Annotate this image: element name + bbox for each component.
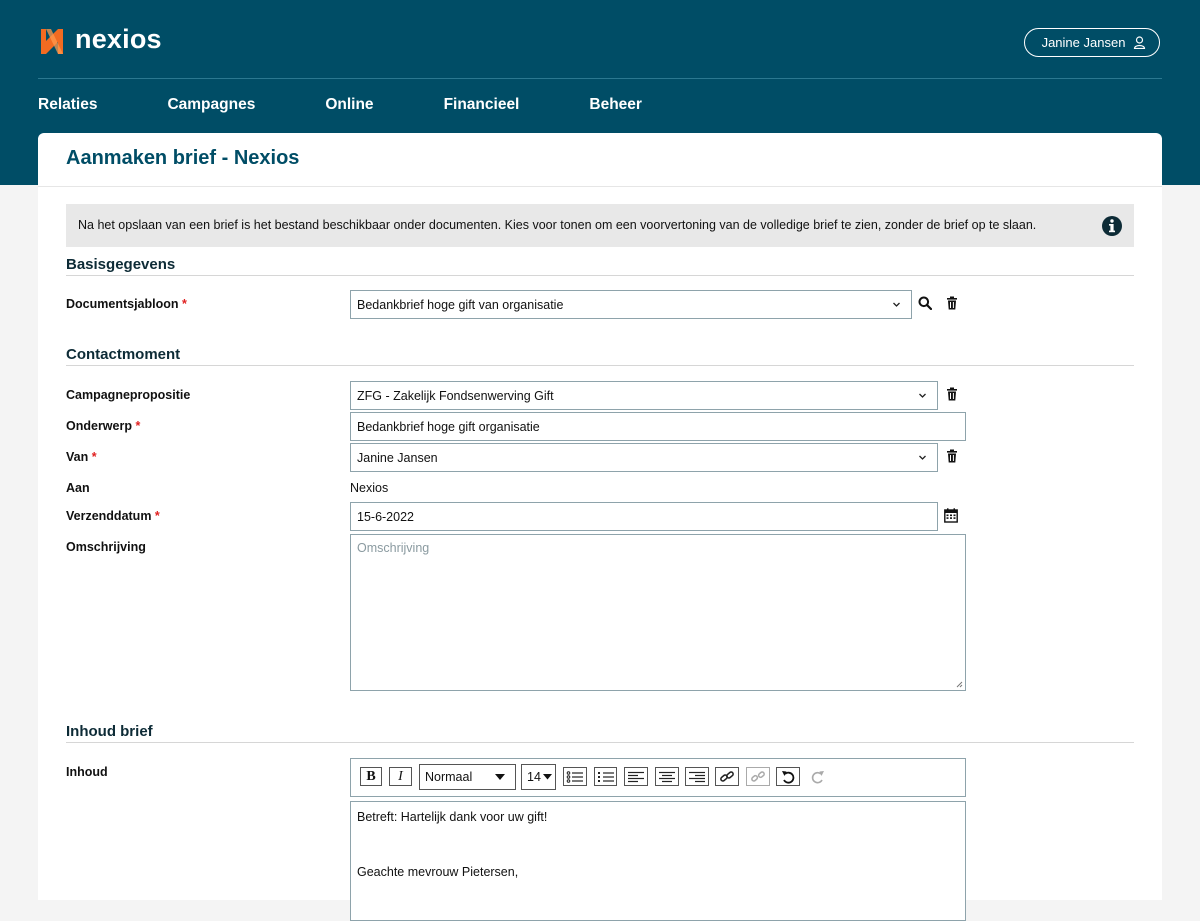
required-marker: * (182, 297, 187, 311)
chevron-down-icon (919, 455, 926, 460)
header-divider (38, 78, 1162, 79)
align-center-icon (659, 771, 675, 782)
align-left-button[interactable] (624, 767, 648, 786)
align-right-icon (689, 771, 705, 782)
info-icon[interactable] (1101, 215, 1123, 237)
nav-item-relaties[interactable]: Relaties (38, 96, 97, 114)
user-icon (1134, 36, 1146, 49)
format-select[interactable]: Normaal (419, 764, 516, 790)
format-value: Normaal (425, 770, 473, 784)
align-left-icon (628, 771, 644, 782)
verzenddatum-value: 15-6-2022 (357, 509, 414, 524)
van-select[interactable]: Janine Jansen (350, 443, 938, 472)
section-contactmoment: Contactmoment (66, 346, 1134, 366)
trash-icon[interactable] (946, 296, 958, 310)
documentsjabloon-label: Documentsjabloon * (66, 297, 187, 311)
aan-value: Nexios (350, 481, 389, 495)
nav-item-campagnes[interactable]: Campagnes (167, 96, 255, 114)
required-marker: * (91, 450, 97, 464)
redo-icon (811, 770, 824, 783)
bold-button[interactable]: B (360, 767, 382, 786)
van-label-text: Van (66, 450, 89, 464)
calendar-icon[interactable] (944, 508, 958, 523)
nexios-logo-icon (41, 29, 63, 54)
section-inhoud-brief: Inhoud brief (66, 723, 1134, 743)
omschrijving-placeholder: Omschrijving (357, 541, 430, 555)
caret-down-icon (495, 774, 505, 780)
font-size-select[interactable]: 14 (521, 764, 556, 790)
documentsjabloon-select[interactable]: Bedankbrief hoge gift van organisatie (350, 290, 912, 319)
italic-button[interactable]: I (389, 767, 412, 786)
campagnepropositie-label: Campagnepropositie (66, 388, 191, 402)
onderwerp-label-text: Onderwerp (66, 419, 132, 433)
info-banner: Na het opslaan van een brief is het best… (66, 204, 1134, 247)
info-text: Na het opslaan van een brief is het best… (78, 218, 1037, 232)
bold-icon: B (366, 768, 376, 784)
required-marker: * (135, 419, 141, 433)
editor-line: Betreft: Hartelijk dank voor uw gift! (357, 810, 548, 824)
aan-label: Aan (66, 481, 90, 495)
link-icon (720, 770, 734, 782)
nav-item-beheer[interactable]: Beheer (589, 96, 642, 114)
logo[interactable]: nexios (38, 24, 162, 57)
numbered-list-button[interactable] (594, 767, 617, 786)
chevron-down-icon (893, 302, 900, 307)
brand-name: nexios (75, 24, 162, 54)
editor-toolbar: B I Normaal 14 (350, 758, 966, 797)
trash-icon[interactable] (946, 387, 958, 401)
van-label: Van * (66, 450, 97, 464)
main-nav: Relaties Campagnes Online Financieel Beh… (38, 96, 642, 114)
nav-item-financieel[interactable]: Financieel (444, 96, 520, 114)
van-value: Janine Jansen (357, 450, 438, 465)
chevron-down-icon (919, 393, 926, 398)
link-button[interactable] (715, 767, 739, 786)
verzenddatum-label-text: Verzenddatum (66, 509, 152, 523)
resize-handle-icon[interactable] (956, 681, 963, 688)
bullet-list-icon (566, 770, 583, 783)
nav-item-online[interactable]: Online (325, 96, 373, 114)
onderwerp-input[interactable]: Bedankbrief hoge gift organisatie (350, 412, 966, 441)
verzenddatum-label: Verzenddatum * (66, 509, 160, 523)
page-title: Aanmaken brief - Nexios (66, 147, 300, 169)
editor-line: Geachte mevrouw Pietersen, (357, 865, 519, 879)
unlink-button[interactable] (746, 767, 770, 786)
caret-down-icon (543, 774, 552, 780)
section-basisgegevens: Basisgegevens (66, 256, 1134, 276)
editor-content[interactable]: Betreft: Hartelijk dank voor uw gift! Ge… (350, 801, 966, 921)
campagnepropositie-select[interactable]: ZFG - Zakelijk Fondsenwerving Gift (350, 381, 938, 410)
omschrijving-label: Omschrijving (66, 540, 146, 554)
italic-icon: I (398, 768, 403, 784)
documentsjabloon-value: Bedankbrief hoge gift van organisatie (357, 297, 564, 312)
search-icon[interactable] (918, 296, 932, 310)
font-size-value: 14 (527, 770, 541, 784)
align-right-button[interactable] (685, 767, 709, 786)
card-header: Aanmaken brief - Nexios (38, 133, 1162, 187)
bullet-list-button[interactable] (563, 767, 587, 786)
required-marker: * (154, 509, 160, 523)
undo-icon (782, 770, 795, 784)
documentsjabloon-label-text: Documentsjabloon (66, 297, 179, 311)
verzenddatum-input[interactable]: 15-6-2022 (350, 502, 938, 531)
onderwerp-value: Bedankbrief hoge gift organisatie (357, 419, 540, 434)
form-card: Aanmaken brief - Nexios Na het opslaan v… (38, 133, 1162, 921)
unlink-icon (751, 770, 765, 782)
trash-icon[interactable] (946, 449, 958, 463)
numbered-list-icon (597, 771, 614, 782)
redo-button[interactable] (807, 767, 829, 786)
onderwerp-label: Onderwerp * (66, 419, 140, 433)
omschrijving-textarea[interactable]: Omschrijving (350, 534, 966, 691)
user-menu-button[interactable]: Janine Jansen (1024, 28, 1160, 57)
campagnepropositie-value: ZFG - Zakelijk Fondsenwerving Gift (357, 388, 554, 403)
align-center-button[interactable] (655, 767, 679, 786)
undo-button[interactable] (776, 767, 800, 786)
user-name: Janine Jansen (1041, 35, 1126, 50)
inhoud-label: Inhoud (66, 765, 108, 779)
